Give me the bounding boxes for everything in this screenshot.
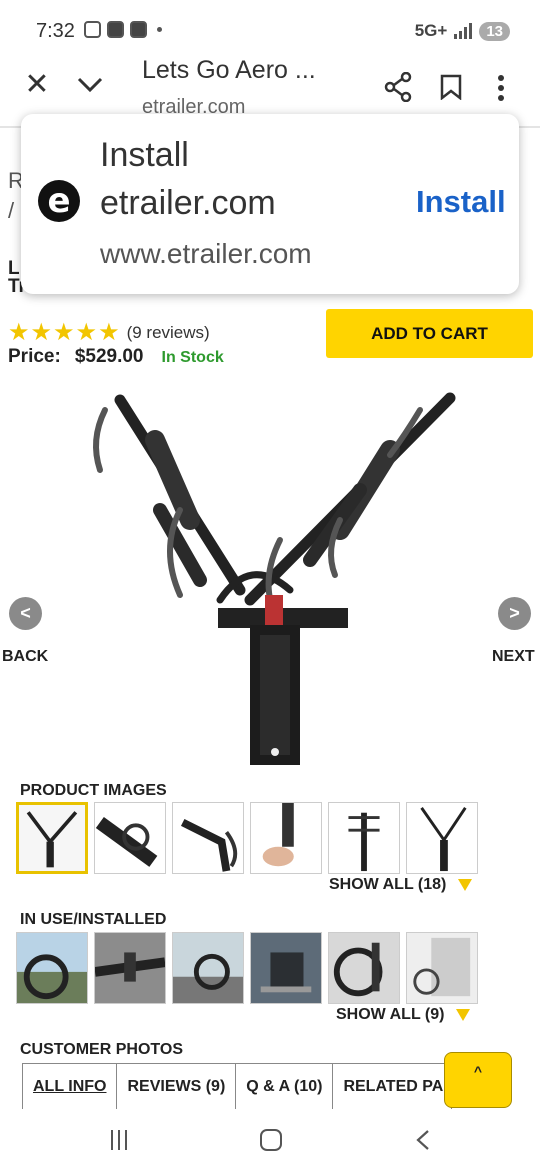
tab-related-parts[interactable]: RELATED PARTS bbox=[333, 1064, 451, 1109]
status-right: 5G+ 13 bbox=[415, 21, 510, 41]
show-all-label: SHOW ALL (9) bbox=[336, 1006, 445, 1023]
price-row: Price: $529.00 In Stock bbox=[8, 346, 224, 368]
in-use-heading: IN USE/INSTALLED bbox=[20, 911, 167, 928]
system-nav-bar bbox=[0, 1110, 540, 1170]
product-thumb[interactable] bbox=[172, 802, 244, 874]
rating-stars: ★★★★★ bbox=[8, 319, 121, 346]
prev-image-button[interactable]: < bbox=[9, 597, 42, 630]
product-info-tabs: ALL INFO REVIEWS (9) Q & A (10) RELATED … bbox=[22, 1063, 452, 1109]
installed-thumb[interactable] bbox=[16, 932, 88, 1004]
price-label: Price: bbox=[8, 346, 61, 367]
instagram-icon bbox=[84, 21, 101, 38]
network-label: 5G+ bbox=[414, 21, 448, 40]
status-time: 7:32 bbox=[36, 20, 75, 42]
install-prompt-url: www.etrailer.com bbox=[100, 238, 312, 269]
price-value: $529.00 bbox=[74, 346, 144, 367]
chevron-down-icon[interactable] bbox=[76, 72, 104, 96]
bookmark-icon[interactable] bbox=[440, 74, 462, 100]
product-thumb[interactable] bbox=[406, 802, 478, 874]
product-thumb[interactable] bbox=[328, 802, 400, 874]
product-image[interactable] bbox=[60, 380, 480, 770]
signal-icon bbox=[454, 23, 473, 39]
breadcrumb-separator: / bbox=[8, 198, 15, 223]
product-rating[interactable]: ★★★★★ (9 reviews) bbox=[8, 318, 210, 347]
close-icon[interactable]: ✕ bbox=[22, 70, 52, 100]
install-prompt-title: Install bbox=[100, 136, 189, 174]
product-images-heading: PRODUCT IMAGES bbox=[20, 782, 167, 799]
installed-thumb[interactable] bbox=[406, 932, 478, 1004]
show-all-installed-images[interactable]: SHOW ALL (9) bbox=[336, 1006, 471, 1024]
triangle-down-icon bbox=[458, 879, 473, 891]
installed-thumb[interactable] bbox=[250, 932, 322, 1004]
etrailer-logo: e bbox=[38, 180, 80, 222]
installed-thumb[interactable] bbox=[94, 932, 166, 1004]
more-notifications-dot bbox=[157, 27, 162, 32]
show-all-product-images[interactable]: SHOW ALL (18) bbox=[329, 876, 473, 894]
home-icon[interactable] bbox=[260, 1129, 282, 1151]
product-images-thumbs bbox=[16, 802, 478, 874]
battery-badge: 13 bbox=[479, 21, 510, 41]
install-button[interactable]: Install bbox=[416, 184, 506, 220]
status-icons bbox=[84, 21, 162, 38]
back-icon[interactable] bbox=[414, 1130, 432, 1150]
in-use-thumbs bbox=[16, 932, 478, 1004]
battery-alert-icon bbox=[107, 21, 124, 38]
app-notification-icon bbox=[130, 21, 147, 38]
triangle-down-icon bbox=[456, 1009, 471, 1021]
next-image-button[interactable]: > bbox=[498, 597, 531, 630]
stock-status: In Stock bbox=[161, 349, 224, 366]
install-app-prompt: e Install etrailer.com www.etrailer.com … bbox=[21, 114, 519, 294]
page-title: Lets Go Aero ... bbox=[142, 56, 316, 84]
add-to-cart-button[interactable]: ADD TO CART bbox=[326, 309, 533, 358]
product-thumb[interactable] bbox=[250, 802, 322, 874]
installed-thumb[interactable] bbox=[172, 932, 244, 1004]
reviews-link[interactable]: (9 reviews) bbox=[127, 323, 210, 343]
installed-thumb[interactable] bbox=[328, 932, 400, 1004]
screen: 7:32 5G+ 13 ✕ Lets Go Aero ... etrailer.… bbox=[0, 0, 540, 1170]
tab-qa[interactable]: Q & A (10) bbox=[236, 1064, 334, 1109]
back-label[interactable]: BACK bbox=[2, 648, 48, 666]
customer-photos-heading: CUSTOMER PHOTOS bbox=[20, 1041, 183, 1058]
scroll-to-top-button[interactable]: ^ bbox=[444, 1052, 512, 1108]
share-icon[interactable] bbox=[384, 72, 412, 102]
tab-all-info[interactable]: ALL INFO bbox=[23, 1064, 118, 1109]
next-label[interactable]: NEXT bbox=[492, 648, 535, 666]
tab-reviews[interactable]: REVIEWS (9) bbox=[117, 1064, 237, 1109]
show-all-label: SHOW ALL (18) bbox=[329, 876, 447, 893]
product-thumb[interactable] bbox=[16, 802, 88, 874]
install-prompt-site: etrailer.com bbox=[100, 184, 276, 222]
more-vert-icon[interactable] bbox=[495, 74, 507, 102]
recents-icon[interactable] bbox=[111, 1130, 133, 1150]
product-thumb[interactable] bbox=[94, 802, 166, 874]
